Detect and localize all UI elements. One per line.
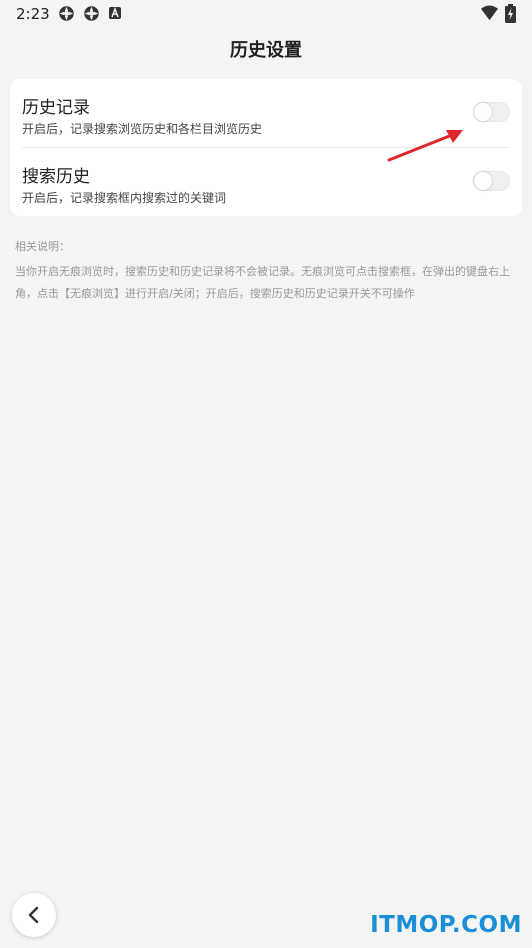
notification-a-icon [109,7,121,19]
watermark-logo: ITMOP.COM [370,912,522,938]
setting-title: 搜索历史 [22,167,90,187]
wifi-icon [480,5,499,22]
page-title: 历史设置 [230,40,302,61]
setting-description: 开启后，记录搜索浏览历史和各栏目浏览历史 [22,122,263,136]
annotation-arrow-icon [387,130,463,162]
status-time: 2:23 [16,5,50,23]
chevron-left-icon [28,906,39,924]
setting-title: 历史记录 [22,98,90,118]
toggle-knob [474,172,492,190]
settings-gear-icon [83,5,100,22]
toggle-knob [474,103,492,121]
history-record-toggle[interactable] [473,102,510,122]
back-button[interactable] [12,893,56,937]
status-bar: 2:23 [0,0,532,28]
notes-body: 当你开启无痕浏览时，搜索历史和历史记录将不会被记录。无痕浏览可点击搜索框，在弹出… [15,265,510,300]
settings-gear-icon [58,5,75,22]
search-history-toggle[interactable] [473,171,510,191]
setting-description: 开启后，记录搜索框内搜索过的关键词 [22,191,227,205]
notes-title: 相关说明： [15,240,70,253]
battery-icon [505,4,516,23]
